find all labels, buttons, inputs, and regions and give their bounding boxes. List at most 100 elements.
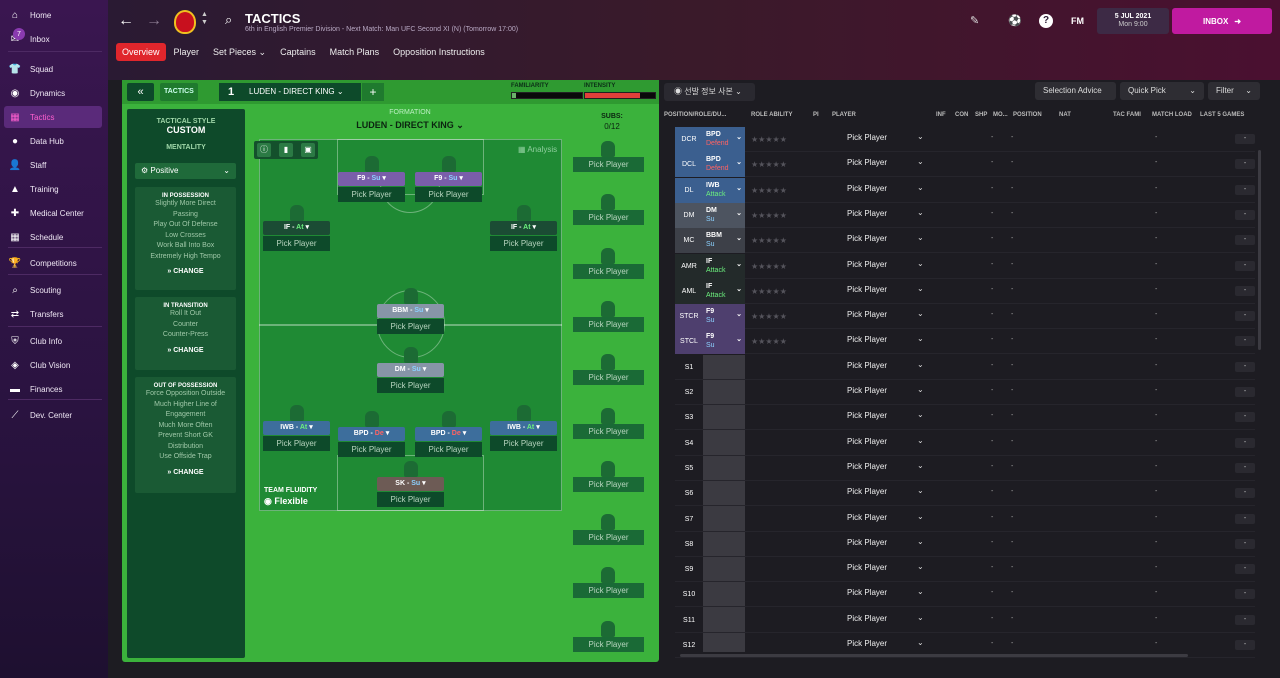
info-icon[interactable]: ⓘ [257,143,271,157]
role-badge[interactable]: IWB - At ▾ [263,421,330,435]
sidebar-item-training[interactable]: ▲ Training [4,178,102,200]
player-select[interactable]: Pick Player [847,538,887,547]
mentality-select[interactable]: ⚙ Positive ⌄ [135,163,236,179]
pick-player-button[interactable]: Pick Player [377,319,444,334]
player-select[interactable]: Pick Player [847,639,887,648]
sub-pick-player-button[interactable]: Pick Player [573,210,644,226]
club-switch-icon[interactable]: ▲ ▼ [201,11,208,27]
role-badge[interactable]: BPD - De ▾ [338,427,405,441]
player-select[interactable]: Pick Player [847,614,887,623]
tactic-name-select[interactable]: LUDEN - DIRECT KING ⌄ [243,83,361,101]
role-badge[interactable]: SK - Su ▾ [377,477,444,491]
pitch-player-bpd[interactable]: BPD - De ▾ Pick Player [415,411,482,457]
table-row[interactable]: AMR IF Attack ⌄ ★★★★★ Pick Player ⌄ - - - - [675,253,1255,279]
player-select[interactable]: Pick Player [847,158,887,167]
date-box[interactable]: 5 JUL 2021 Mon 9:00 [1097,8,1169,34]
sidebar-item-scouting[interactable]: ⌕ Scouting [4,279,102,301]
forward-arrow-icon[interactable]: → [146,12,162,30]
style-value[interactable]: CUSTOM [127,125,245,135]
pitch-player-f9[interactable]: F9 - Su ▾ Pick Player [338,156,405,202]
sidebar-item-schedule[interactable]: ▦ Schedule [4,226,102,248]
pitch-player-sk[interactable]: SK - Su ▾ Pick Player [377,461,444,507]
out-of-possession-box[interactable]: OUT OF POSSESSION Force Opposition Outsid… [135,377,236,493]
column-header[interactable]: SHP [975,112,987,118]
table-row[interactable]: S6 Pick Player ⌄ - - - - [675,481,1255,507]
column-header[interactable]: CON [955,112,968,118]
familiarity-bar[interactable] [511,92,583,99]
role-badge[interactable]: BPD - De ▾ [415,427,482,441]
sidebar-item-tactics[interactable]: ▦ Tactics [4,106,102,128]
tab-match-plans[interactable]: Match Plans [324,43,386,61]
horizontal-scrollbar[interactable] [680,654,1188,657]
table-row[interactable]: MC BBM Su ⌄ ★★★★★ Pick Player ⌄ - - - - [675,228,1255,254]
help-icon[interactable]: ? [1039,14,1053,28]
role-cell[interactable]: F9 Su ⌄ [703,304,745,330]
player-select[interactable]: Pick Player [847,588,887,597]
column-header[interactable]: PI [813,112,819,118]
collapse-icon[interactable]: « [127,83,154,101]
player-select[interactable]: Pick Player [847,209,887,218]
column-header[interactable]: POSITION/ROLE/DU... [664,112,726,118]
sidebar-item-finances[interactable]: ▬ Finances [4,378,102,400]
table-row[interactable]: DL IWB Attack ⌄ ★★★★★ Pick Player ⌄ - - - - [675,177,1255,203]
role-badge[interactable]: F9 - Su ▾ [338,172,405,186]
formation-select[interactable]: LUDEN - DIRECT KING ⌄ [340,120,480,131]
edit-icon[interactable]: ✎ [970,14,979,27]
chart-icon[interactable]: ▮ [279,143,293,157]
column-header[interactable]: INF [936,112,946,118]
in-transition-box[interactable]: IN TRANSITION Roll It Out Counter Counter-P… [135,297,236,370]
pitch-player-iwb[interactable]: IWB - At ▾ Pick Player [490,405,557,451]
sub-pick-player-button[interactable]: Pick Player [573,530,644,546]
tab-player[interactable]: Player [168,43,206,61]
fm-logo[interactable]: FM [1071,16,1084,26]
sidebar-item-transfers[interactable]: ⇄ Transfers [4,303,102,325]
table-row[interactable]: AML IF Attack ⌄ ★★★★★ Pick Player ⌄ - - - - [675,278,1255,304]
pick-player-button[interactable]: Pick Player [415,442,482,457]
tab-captains[interactable]: Captains [274,43,322,61]
back-arrow-icon[interactable]: ← [118,12,134,30]
column-header[interactable]: LAST 5 GAMES [1200,112,1244,118]
selection-advice-button[interactable]: Selection Advice [1035,82,1116,100]
sub-pick-player-button[interactable]: Pick Player [573,263,644,279]
quick-pick-button[interactable]: Quick Pick ⌄ [1120,82,1204,100]
sub-pick-player-button[interactable]: Pick Player [573,476,644,492]
tab-set-pieces[interactable]: Set Pieces ⌄ [207,43,272,62]
table-row[interactable]: S5 Pick Player ⌄ - - - - [675,456,1255,481]
change-button[interactable]: » CHANGE [135,268,236,275]
player-select[interactable]: Pick Player [847,513,887,522]
analysis-button[interactable]: ▦ Analysis [518,145,557,154]
column-header[interactable]: POSITION [1013,112,1042,118]
search-icon[interactable]: ⌕ [225,12,232,28]
player-select[interactable]: Pick Player [847,386,887,395]
player-select[interactable]: Pick Player [847,285,887,294]
sidebar-item-dev-center[interactable]: ⟋ Dev. Center [4,404,102,426]
player-select[interactable]: Pick Player [847,437,887,446]
sidebar-item-squad[interactable]: 👕 Squad [4,58,102,80]
sidebar-item-staff[interactable]: 👤 Staff [4,154,102,176]
vertical-scrollbar[interactable] [1258,150,1261,350]
player-select[interactable]: Pick Player [847,462,887,471]
role-badge[interactable]: F9 - Su ▾ [415,172,482,186]
column-header[interactable]: PLAYER [832,112,856,118]
column-header[interactable]: ROLE ABILITY [751,112,792,118]
table-row[interactable]: S8 Pick Player ⌄ - - - - [675,532,1255,557]
role-cell[interactable]: IWB Attack ⌄ [703,177,745,203]
sub-pick-player-button[interactable]: Pick Player [573,423,644,439]
player-select[interactable]: Pick Player [847,184,887,193]
pick-player-button[interactable]: Pick Player [490,436,557,451]
sidebar-item-medical-center[interactable]: ✚ Medical Center [4,202,102,224]
board-icon[interactable]: ▣ [301,143,315,157]
table-row[interactable]: DCL BPD Defend ⌄ ★★★★★ Pick Player ⌄ - - - - [675,152,1255,178]
sidebar-item-competitions[interactable]: 🏆 Competitions [4,252,102,274]
role-cell[interactable]: IF Attack ⌄ [703,278,745,304]
column-header[interactable]: NAT [1059,112,1071,118]
player-select[interactable]: Pick Player [847,335,887,344]
pitch-player-if[interactable]: IF - At ▾ Pick Player [490,205,557,251]
player-select[interactable]: Pick Player [847,260,887,269]
sidebar-item-club-info[interactable]: ⛨ Club Info [4,330,102,352]
player-select[interactable]: Pick Player [847,487,887,496]
pick-player-button[interactable]: Pick Player [490,236,557,251]
role-badge[interactable]: IWB - At ▾ [490,421,557,435]
sub-pick-player-button[interactable]: Pick Player [573,636,644,652]
pick-player-button[interactable]: Pick Player [415,187,482,202]
